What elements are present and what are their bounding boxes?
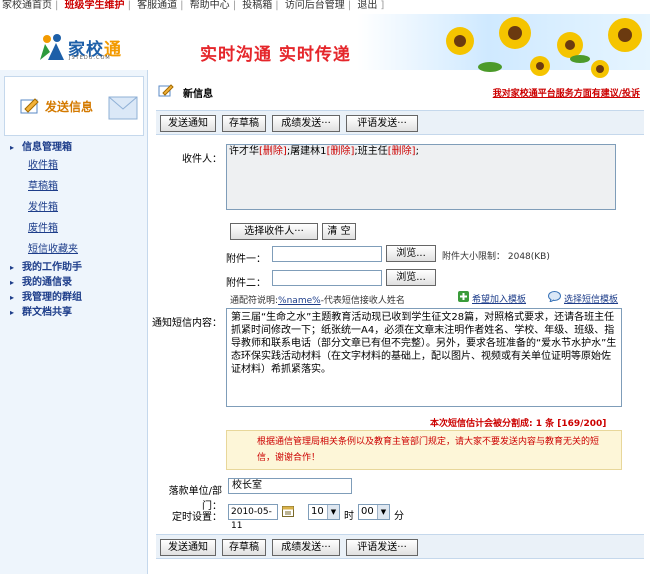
sidebar-item-favorites[interactable]: 短信收藏夹	[4, 239, 144, 260]
sidebar-item-inbox[interactable]: 收件箱	[4, 155, 144, 176]
minute-unit: 分	[394, 511, 404, 522]
top-nav: 家校通首页 | 班级学生维护 | 客服通道 | 帮助中心 | 投稿箱 | 访问后台管理 | …	[0, 0, 650, 14]
template-chat-icon	[548, 291, 561, 302]
choose-template-link[interactable]: 选择短信模板	[564, 292, 618, 305]
feedback-link[interactable]: 我对家校通平台服务方面有建议/投诉	[493, 86, 640, 99]
nav-help[interactable]: 帮助中心	[190, 0, 230, 11]
send-comments-button-bottom[interactable]: 评语发送···	[346, 539, 418, 556]
template-note: 通配符说明:%name%-代表短信接收人姓名	[230, 296, 405, 306]
sms-content-textarea[interactable]: 第三届“生命之水”主题教育活动现已收到学生征文28篇，对照格式要求，还请各班主任…	[226, 308, 622, 407]
slogan: 实时沟通 实时传递	[200, 45, 351, 65]
nav-class-students[interactable]: 班级学生维护	[65, 0, 125, 11]
attachment2-input[interactable]	[272, 270, 382, 286]
save-draft-button-bottom[interactable]: 存草稿	[222, 539, 266, 556]
add-icon	[458, 291, 469, 302]
send-notice-button[interactable]: 发送通知	[160, 115, 216, 132]
sidebar-item-sent[interactable]: 发件箱	[4, 197, 144, 218]
nav-separator: |	[232, 0, 237, 11]
nav-admin[interactable]: 访问后台管理	[285, 0, 345, 11]
recipient-list[interactable]: 许才华[删除];屠建林1[删除];班主任[删除];	[226, 144, 616, 210]
nav-separator: |	[127, 0, 131, 11]
banner: 家校通 JSTEDU.COM 实时沟通 实时传递	[0, 14, 650, 78]
chevron-down-icon: ▼	[377, 505, 389, 519]
nav-contribute[interactable]: 投稿箱	[242, 0, 272, 11]
envelope-icon	[108, 96, 138, 120]
send-comments-button[interactable]: 评语发送···	[346, 115, 418, 132]
add-template-link[interactable]: 希望加入模板	[472, 292, 526, 305]
sidebar-item-trash[interactable]: 废件箱	[4, 218, 144, 239]
page-title: 新信息	[183, 89, 213, 100]
browse2-button[interactable]: 浏览...	[386, 269, 436, 286]
page-header: 新信息 我对家校通平台服务方面有建议/投诉	[150, 82, 650, 102]
recipient-label: 收件人：	[182, 154, 222, 165]
nav-separator: |	[55, 0, 59, 11]
clear-button[interactable]: 清 空	[322, 223, 356, 240]
nav-separator: ]	[380, 0, 385, 11]
hour-unit: 时	[344, 511, 354, 522]
nav-support[interactable]: 客服通道	[137, 0, 177, 11]
schedule-label: 定时设置：	[172, 512, 222, 523]
sender-input[interactable]: 校长室	[228, 478, 352, 494]
nav-logout[interactable]: 退出	[357, 0, 377, 11]
select-recipient-button[interactable]: 选择收件人···	[230, 223, 318, 240]
nav-home[interactable]: 家校通首页	[2, 0, 52, 11]
main-panel: 新信息 我对家校通平台服务方面有建议/投诉 发送通知 存草稿 成绩发送··· 评…	[150, 70, 650, 574]
attachment2-label: 附件二：	[226, 278, 266, 289]
sms-content-label: 通知短信内容：	[152, 318, 222, 329]
browse1-button[interactable]: 浏览...	[386, 245, 436, 262]
delete-recipient-link[interactable]: [删除]	[259, 146, 287, 157]
minute-select[interactable]: 00 ▼	[358, 504, 390, 520]
recipient-name: 许才华	[229, 146, 259, 157]
nav-separator: |	[275, 0, 279, 11]
recipient-name: 屠建林1	[290, 146, 327, 157]
sidebar: 发送信息 信息管理箱 收件箱 草稿箱 发件箱 废件箱 短信收藏夹 我的工作助手 …	[0, 70, 148, 574]
sidebar-group-shared-docs[interactable]: 群文档共享	[4, 305, 144, 320]
send-grades-button-bottom[interactable]: 成绩发送···	[272, 539, 340, 556]
chevron-down-icon: ▼	[327, 505, 339, 519]
send-message-title[interactable]: 发送信息	[45, 98, 93, 115]
sidebar-group-inbox[interactable]: 信息管理箱	[4, 140, 144, 155]
sidebar-item-drafts[interactable]: 草稿箱	[4, 176, 144, 197]
nav-separator: |	[180, 0, 184, 11]
sidebar-group-contacts[interactable]: 我的通信录	[4, 275, 144, 290]
date-input[interactable]: 2010-05-11	[228, 504, 278, 531]
edit-icon	[158, 84, 174, 97]
attachment1-input[interactable]	[272, 246, 382, 262]
attachment1-label: 附件一：	[226, 254, 266, 265]
save-draft-button[interactable]: 存草稿	[222, 115, 266, 132]
policy-warning: 根据通信管理局相关条例以及教育主管部门规定，请大家不要发送内容与教育无关的短信，…	[226, 430, 622, 470]
logo-icon	[40, 34, 64, 60]
hour-select[interactable]: 10 ▼	[308, 504, 340, 520]
send-notice-button-bottom[interactable]: 发送通知	[160, 539, 216, 556]
sidebar-group-my-groups[interactable]: 我管理的群组	[4, 290, 144, 305]
send-message-panel[interactable]: 发送信息	[4, 76, 144, 136]
nav-separator: |	[347, 0, 352, 11]
recipient-name: 班主任	[357, 146, 388, 157]
logo-domain: JSTEDU.COM	[69, 55, 111, 61]
calendar-icon[interactable]	[282, 505, 294, 517]
attachment-limit: 附件大小限制： 2048(KB)	[442, 252, 550, 262]
sidebar-menu: 信息管理箱 收件箱 草稿箱 发件箱 废件箱 短信收藏夹 我的工作助手 我的通信录…	[4, 140, 144, 320]
toolbar-top: 发送通知 存草稿 成绩发送··· 评语发送···	[156, 110, 644, 135]
sidebar-group-assistant[interactable]: 我的工作助手	[4, 260, 144, 275]
sms-count: 本次短信估计会被分割成: 1 条 [169/200]	[430, 419, 607, 429]
delete-recipient-link[interactable]: [删除]	[327, 146, 355, 157]
delete-recipient-link[interactable]: [删除]	[388, 146, 416, 157]
logo: 家校通 JSTEDU.COM	[38, 32, 138, 62]
send-grades-button[interactable]: 成绩发送···	[272, 115, 340, 132]
toolbar-bottom: 发送通知 存草稿 成绩发送··· 评语发送···	[156, 534, 644, 559]
pencil-note-icon	[20, 98, 39, 114]
